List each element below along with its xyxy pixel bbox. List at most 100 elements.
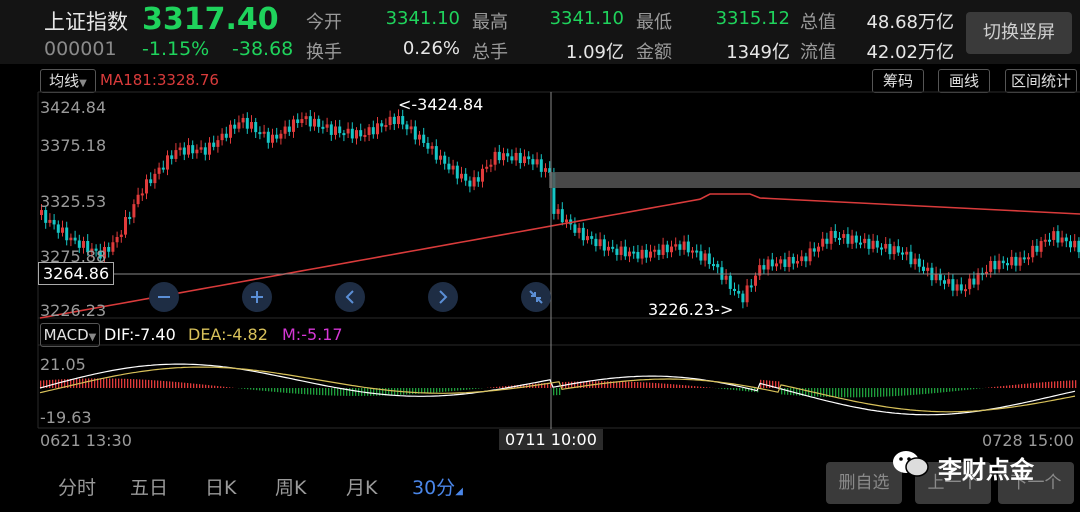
candle-body: [418, 134, 421, 140]
macd-bar: [700, 386, 702, 388]
macd-bar: [721, 388, 723, 389]
macd-bar: [1003, 385, 1005, 388]
candle-body: [1027, 257, 1030, 260]
macd-bar: [973, 388, 975, 390]
macd-bar: [328, 388, 330, 396]
zoom-out-button[interactable]: [149, 282, 179, 312]
candle-body: [233, 124, 237, 129]
candle-body: [926, 267, 930, 271]
macd-bar: [88, 378, 90, 388]
candle-body: [1069, 241, 1072, 248]
macd-bar: [259, 388, 261, 391]
next-button[interactable]: [428, 282, 458, 312]
candle-body: [577, 227, 581, 233]
candle-body: [422, 134, 426, 143]
candle-body: [619, 246, 623, 255]
macd-bar: [178, 382, 180, 388]
macd-bar: [475, 388, 477, 389]
macd-bar: [679, 384, 681, 388]
macd-select[interactable]: MACD▼: [40, 323, 100, 347]
macd-bar: [295, 388, 297, 394]
macd-bar: [835, 388, 837, 398]
macd-bar: [823, 388, 825, 397]
macd-bar: [892, 388, 894, 397]
macd-bar: [262, 388, 264, 391]
candle-body: [1001, 260, 1005, 264]
macd-bar: [979, 388, 981, 389]
macd-bar: [118, 378, 120, 388]
tab-weekly[interactable]: 周K: [275, 473, 306, 500]
macd-bar: [367, 388, 369, 396]
macd-bar: [739, 388, 741, 391]
candle-body: [464, 173, 468, 181]
candle-body: [283, 126, 287, 134]
fullscreen-button[interactable]: [521, 282, 551, 312]
candle-body: [132, 204, 136, 218]
candle-body: [355, 130, 358, 139]
macd-bar: [643, 382, 645, 388]
macd-bar: [448, 388, 450, 392]
candle-body: [481, 168, 484, 182]
candle-body: [287, 126, 291, 132]
candle-body: [556, 209, 560, 214]
minus-icon: [158, 296, 170, 298]
macd-bar: [499, 386, 501, 388]
macd-bar: [406, 388, 408, 395]
zoom-in-button[interactable]: [242, 282, 272, 312]
candle-body: [325, 124, 329, 128]
tab-monthly[interactable]: 月K: [346, 473, 377, 500]
macd-bar: [1033, 383, 1035, 388]
candle-body: [455, 165, 459, 179]
candle-body: [1064, 237, 1068, 242]
candle-body: [128, 217, 132, 220]
tab-daily[interactable]: 日K: [205, 473, 236, 500]
macd-bar: [1069, 380, 1071, 388]
chevron-right-icon: [439, 290, 448, 304]
candle-body: [678, 244, 682, 250]
candle-body: [892, 246, 896, 255]
candle-body: [901, 252, 904, 255]
macd-bar: [61, 379, 63, 388]
candle-body: [1073, 240, 1077, 248]
macd-bar: [40, 380, 42, 388]
macd-bar: [619, 381, 621, 388]
tab-five-day[interactable]: 五日: [130, 473, 168, 500]
macd-bar: [682, 385, 684, 388]
macd-bar: [898, 388, 900, 396]
macd-bar: [1063, 380, 1065, 388]
tab-intraday[interactable]: 分时: [58, 473, 96, 500]
macd-bar: [472, 388, 474, 390]
candle-body: [115, 237, 119, 243]
macd-bar: [1015, 384, 1017, 388]
candle-body: [468, 180, 472, 187]
macd-bar: [625, 381, 627, 388]
macd-bar: [688, 385, 690, 388]
candle-body: [833, 230, 837, 238]
macd-bar: [859, 388, 861, 398]
candle-body: [145, 179, 148, 194]
candle-body: [972, 278, 976, 285]
prev-button[interactable]: [335, 282, 365, 312]
macd-bar: [652, 382, 654, 388]
candle-body: [917, 258, 921, 267]
macd-bar: [976, 388, 978, 389]
wechat-icon: [890, 448, 930, 480]
macd-bar: [181, 382, 183, 388]
tab-30min[interactable]: 30分◢: [412, 473, 463, 500]
macd-bar: [880, 388, 882, 397]
candle-body: [686, 241, 690, 253]
macd-bar: [838, 388, 840, 398]
macd-bar: [634, 381, 636, 388]
macd-bar: [1054, 381, 1056, 388]
macd-bar: [451, 388, 453, 392]
candle-body: [1048, 239, 1051, 242]
macd-bar: [670, 384, 672, 388]
macd-bar: [355, 388, 357, 396]
macd-bar: [706, 387, 708, 388]
candle-body: [346, 128, 350, 134]
macd-bar: [955, 388, 957, 392]
macd-bar: [286, 388, 288, 393]
macd-bar: [964, 388, 966, 391]
candle-body: [413, 126, 417, 140]
macd-bar: [214, 385, 216, 388]
